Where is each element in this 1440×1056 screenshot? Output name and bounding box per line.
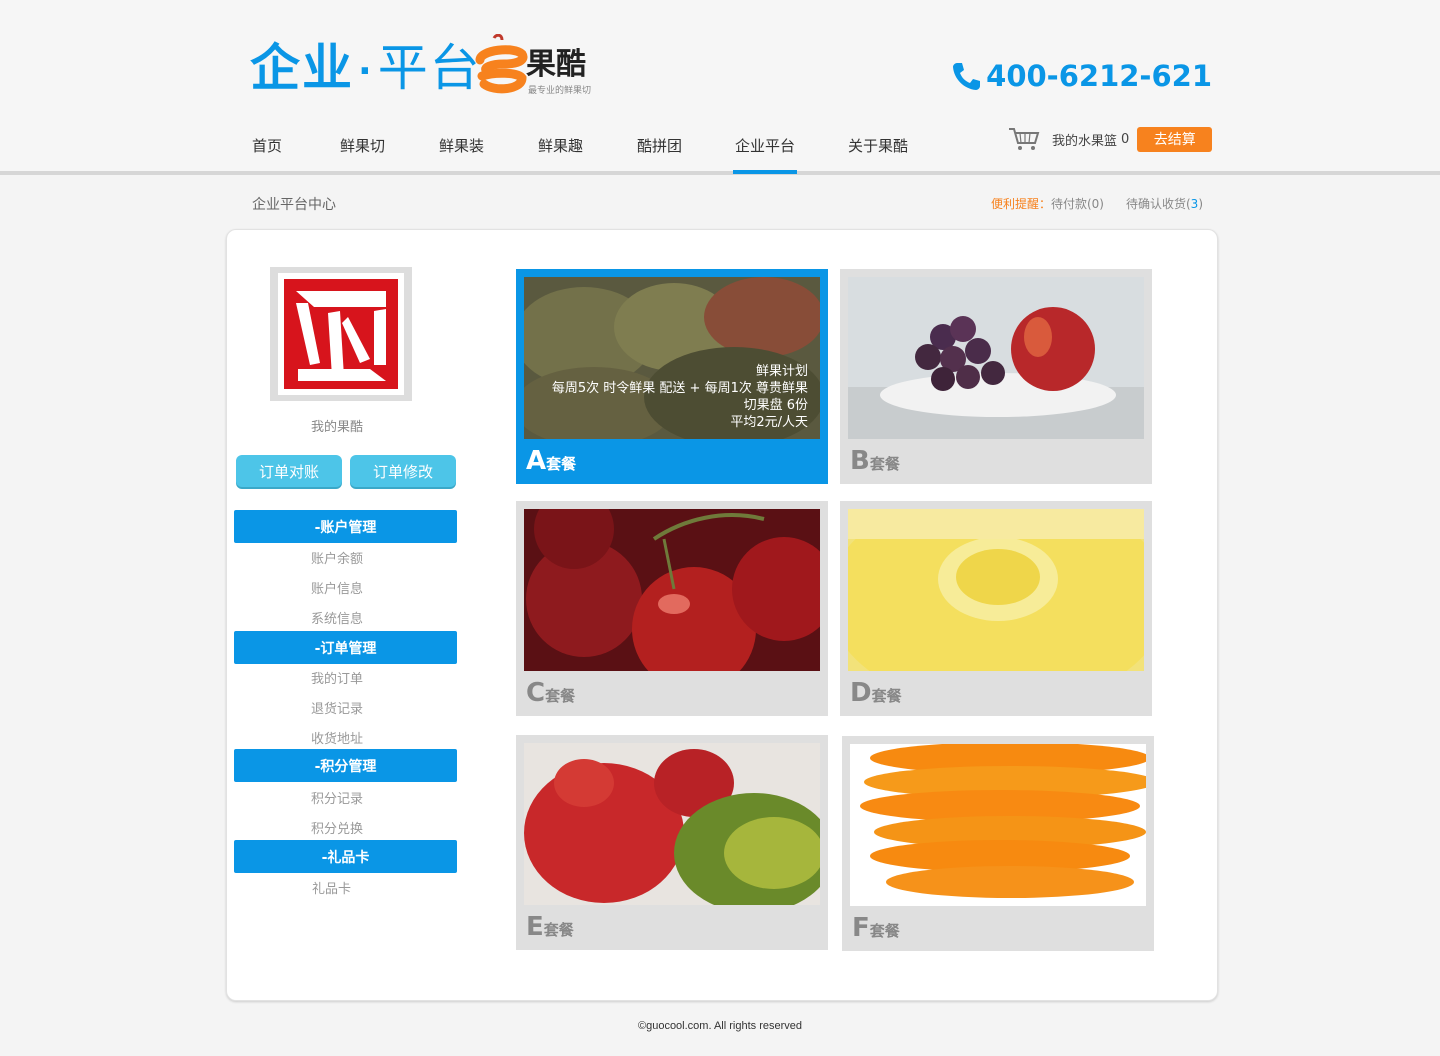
order-reconcile-button[interactable]: 订单对账 [236,455,342,487]
package-card-a[interactable]: 鲜果计划 每周5次 时令鲜果 配送 + 每周1次 尊贵鲜果 切果盘 6份 平均2… [516,269,828,484]
logo[interactable]: 企业 ·平台 [250,38,482,102]
logo-part1: 企业 [250,39,354,97]
phone-contact: 400-6212-621 [950,58,1212,94]
menu-my-orders[interactable]: 我的订单 [311,668,363,687]
order-modify-button[interactable]: 订单修改 [350,455,456,487]
package-a-image: 鲜果计划 每周5次 时令鲜果 配送 + 每周1次 尊贵鲜果 切果盘 6份 平均2… [524,277,820,439]
menu-addresses[interactable]: 收货地址 [311,728,363,747]
package-c-image [524,509,820,671]
pending-confirm-label[interactable]: 待确认收货( [1126,197,1191,211]
package-letter: F [852,913,870,943]
menu-returns[interactable]: 退货记录 [311,698,363,717]
package-letter: E [526,912,544,942]
pending-confirm-close: ) [1198,197,1203,211]
section-points[interactable]: -积分管理 [234,749,457,782]
page-title: 企业平台中心 [252,197,336,213]
package-e-image [524,743,820,905]
reminder-bar: 便利提醒：待付款(0) 待确认收货(3) [991,195,1203,212]
overlay-line-4: 平均2元/人天 [730,415,808,430]
cart-label[interactable]: 我的水果篮 [1052,130,1117,149]
overlay-line-2: 每周5次 时令鲜果 配送 + 每周1次 尊贵鲜果 [551,381,808,396]
header [0,0,1440,175]
nav-fresh-cut[interactable]: 鲜果切 [340,136,385,156]
package-letter: D [850,678,872,708]
menu-points-record[interactable]: 积分记录 [311,788,363,807]
package-suffix: 套餐 [869,922,900,940]
package-card-f[interactable]: F 套餐 [842,736,1154,951]
nav-fresh-pack[interactable]: 鲜果装 [439,136,484,156]
brand-slogan: 最专业的鲜果切 [528,86,592,96]
checkout-button[interactable]: 去结算 [1137,126,1213,152]
package-a-overlay: 鲜果计划 每周5次 时令鲜果 配送 + 每周1次 尊贵鲜果 切果盘 6份 平均2… [552,363,808,431]
footer-copyright: ©guocool.com. All rights reserved [637,1020,802,1032]
phone-number: 400-6212-621 [986,59,1212,93]
menu-account-info[interactable]: 账户信息 [311,578,363,597]
package-suffix: 套餐 [543,921,574,939]
logo-dot: · [358,50,374,92]
orange-peel-icon [475,34,528,94]
nav-enterprise[interactable]: 企业平台 [732,136,798,174]
section-gift-card[interactable]: -礼品卡 [234,840,457,873]
menu-points-redeem[interactable]: 积分兑换 [311,818,363,837]
section-account[interactable]: -账户管理 [234,510,457,543]
phone-icon [953,63,981,90]
avatar[interactable] [270,267,412,401]
nav-divider [0,171,1440,175]
package-letter: A [526,446,547,476]
package-card-c[interactable]: C 套餐 [516,501,828,716]
nav-group-buy[interactable]: 酷拼团 [637,136,682,156]
package-suffix: 套餐 [869,455,900,473]
package-letter: C [526,678,546,708]
package-suffix: 套餐 [871,687,902,705]
package-b-image [848,277,1144,439]
pending-payment-link[interactable]: 待付款(0) [1051,197,1104,211]
nav-fresh-fun[interactable]: 鲜果趣 [538,136,583,156]
package-d-image [848,509,1144,671]
nav-home[interactable]: 首页 [252,136,282,156]
brand-name: 果酷 [526,47,586,82]
package-letter: B [850,446,870,476]
overlay-line-1: 鲜果计划 [755,364,808,379]
package-card-b[interactable]: B 套餐 [840,269,1152,484]
overlay-line-3: 切果盘 6份 [743,398,808,413]
cart-count: 0 [1121,131,1130,147]
menu-account-balance[interactable]: 账户余额 [311,548,363,567]
cart: 我的水果篮 0 去结算 [1008,126,1213,152]
package-card-e[interactable]: E 套餐 [516,735,828,950]
package-suffix: 套餐 [545,687,576,705]
logo-part2: 平台 [377,39,482,97]
brand-logo[interactable]: 果酷 最专业的鲜果切 [474,34,604,96]
package-f-image [850,744,1146,906]
package-suffix: 套餐 [546,455,577,473]
nav-about[interactable]: 关于果酷 [848,136,908,156]
my-guocool-label[interactable]: 我的果酷 [311,416,363,435]
package-card-d[interactable]: D 套餐 [840,501,1152,716]
company-logo-image [284,279,398,389]
reminder-label: 便利提醒： [990,197,1051,211]
cart-icon[interactable] [1008,126,1040,152]
menu-gift-card[interactable]: 礼品卡 [312,878,351,897]
menu-system-info[interactable]: 系统信息 [311,608,363,627]
section-orders[interactable]: -订单管理 [234,631,457,664]
